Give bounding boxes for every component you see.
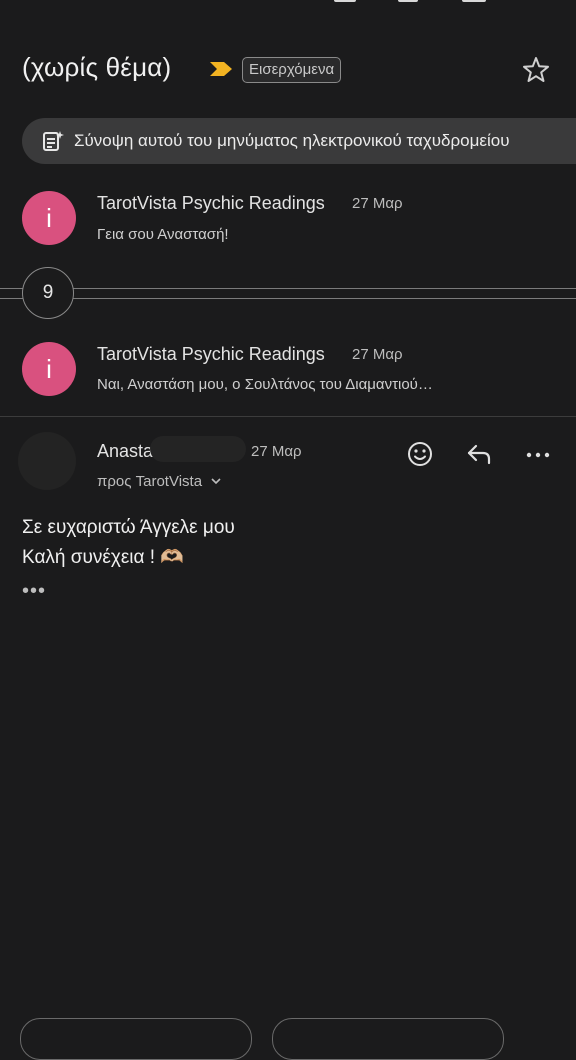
- avatar: i: [22, 342, 76, 396]
- inbox-label-chip[interactable]: Εισερχόμενα: [242, 57, 342, 83]
- message-date: 27 Μαρ: [352, 346, 403, 363]
- message-snippet: Ναι, Αναστάση μου, ο Σουλτάνος του Διαμα…: [97, 376, 433, 393]
- collapsed-divider: [0, 288, 576, 289]
- recipient-details-toggle[interactable]: προς TarotVista: [97, 473, 222, 490]
- message-body-line: Σε ευχαριστώ Άγγελε μου: [22, 517, 235, 538]
- top-toolbar-stub: [462, 0, 486, 2]
- avatar[interactable]: [18, 432, 76, 490]
- star-icon[interactable]: [520, 54, 552, 86]
- forward-button[interactable]: [272, 1018, 504, 1060]
- sender-name[interactable]: Anasta: [97, 441, 153, 462]
- reply-icon[interactable]: [462, 437, 496, 471]
- summarize-email-button[interactable]: Σύνοψη αυτού του μηνύματος ηλεκτρονικού …: [22, 118, 576, 164]
- email-subject: (χωρίς θέμα): [22, 52, 172, 82]
- message-date: 27 Μαρ: [352, 195, 403, 212]
- recipient-line: προς TarotVista: [97, 473, 203, 490]
- sender-name: TarotVista Psychic Readings: [97, 193, 325, 213]
- collapsed-divider: [0, 298, 576, 299]
- message-date: 27 Μαρ: [251, 443, 302, 460]
- show-trimmed-content-button[interactable]: •••: [22, 580, 46, 603]
- summary-doc-icon: [43, 131, 64, 151]
- top-toolbar-stub: [398, 0, 418, 2]
- emoji-reaction-icon[interactable]: [403, 437, 437, 471]
- reply-button[interactable]: [20, 1018, 252, 1060]
- message-separator: [0, 416, 576, 417]
- summary-label: Σύνοψη αυτού του μηνύματος ηλεκτρονικού …: [74, 131, 510, 150]
- importance-marker-icon[interactable]: [208, 60, 234, 78]
- message-row[interactable]: i TarotVista Psychic Readings 27 Μαρ Γει…: [0, 180, 576, 260]
- more-vert-icon[interactable]: [521, 437, 555, 471]
- collapsed-messages-count[interactable]: 9: [22, 267, 74, 319]
- top-toolbar-stub: [334, 0, 356, 2]
- avatar: i: [22, 191, 76, 245]
- message-snippet: Γεια σου Αναστασή!: [97, 226, 229, 243]
- chevron-down-icon: [211, 478, 221, 485]
- sender-name: TarotVista Psychic Readings: [97, 344, 325, 364]
- message-body-line: Καλή συνέχεια ! 🫶🏼: [22, 547, 185, 568]
- message-row[interactable]: i TarotVista Psychic Readings 27 Μαρ Ναι…: [0, 330, 576, 410]
- redaction-mark: [150, 436, 246, 462]
